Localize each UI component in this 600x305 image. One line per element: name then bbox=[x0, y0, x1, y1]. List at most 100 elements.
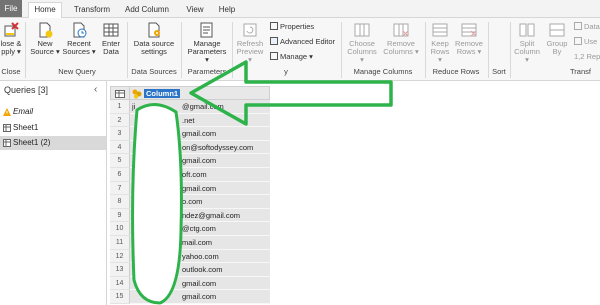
separator bbox=[232, 22, 233, 78]
group-parameters: Parameters bbox=[187, 67, 227, 76]
enter-data-button[interactable]: Enter Data bbox=[98, 22, 124, 56]
tab-help[interactable]: Help bbox=[216, 3, 238, 17]
group-by-label-2: By bbox=[552, 47, 562, 56]
recent-sources-label-2: Sources ▾ bbox=[62, 47, 96, 56]
keep-rows-button[interactable]: Keep Rows ▾ bbox=[428, 22, 452, 64]
cell-email[interactable]: gmail.com bbox=[130, 290, 270, 304]
row-number[interactable]: 1 bbox=[110, 100, 130, 114]
cell-email[interactable]: .net bbox=[130, 113, 270, 128]
group-reduce-rows: Reduce Rows bbox=[432, 67, 480, 76]
row-number[interactable]: 8 bbox=[110, 195, 130, 209]
choose-columns-icon bbox=[354, 23, 370, 37]
manage-button[interactable]: Manage ▾ bbox=[270, 52, 313, 61]
cell-email[interactable]: o.com bbox=[130, 195, 270, 209]
cell-prefix: ji bbox=[132, 102, 136, 111]
row-number[interactable]: 11 bbox=[110, 236, 130, 250]
remove-rows-label-2: Rows ▾ bbox=[456, 47, 482, 56]
tab-view[interactable]: View bbox=[183, 3, 207, 17]
row-number[interactable]: 4 bbox=[110, 140, 130, 155]
split-column-icon bbox=[519, 23, 535, 37]
table-row: 15 gmail.com bbox=[110, 290, 270, 304]
group-manage-columns: Manage Columns bbox=[353, 67, 413, 76]
table-row: 9 ndez@gmail.com bbox=[110, 208, 270, 223]
query-item-sheet1-2[interactable]: Sheet1 (2) bbox=[0, 136, 106, 150]
remove-rows-icon bbox=[461, 23, 477, 37]
new-source-button[interactable]: New Source ▾ bbox=[30, 22, 60, 56]
refresh-preview-button[interactable]: Refresh Preview ▾ bbox=[234, 22, 266, 64]
remove-rows-button[interactable]: Remove Rows ▾ bbox=[454, 22, 484, 56]
advanced-editor-button[interactable]: Advanced Editor bbox=[270, 37, 335, 46]
row-number[interactable]: 3 bbox=[110, 127, 130, 141]
column-header[interactable]: Column1 bbox=[130, 86, 270, 100]
parameters-icon bbox=[200, 22, 213, 38]
remove-columns-button[interactable]: Remove Columns ▾ bbox=[383, 22, 419, 56]
cell-value: on@softodyssey.com bbox=[182, 142, 254, 152]
close-apply-label-2: pply ▾ bbox=[1, 47, 21, 56]
group-by-button[interactable]: Group By bbox=[546, 22, 568, 56]
tab-file[interactable]: File bbox=[0, 0, 22, 17]
table-row: 14 gmail.com bbox=[110, 276, 270, 291]
tab-add-column[interactable]: Add Column bbox=[122, 3, 172, 17]
query-item-sheet1[interactable]: Sheet1 bbox=[0, 121, 106, 135]
tab-transform[interactable]: Transform bbox=[70, 3, 114, 17]
use-first-row-icon bbox=[574, 37, 582, 45]
cell-email[interactable]: gmail.com bbox=[130, 276, 270, 291]
use-first-row-button[interactable]: Use bbox=[574, 37, 597, 46]
properties-button[interactable]: Properties bbox=[270, 22, 314, 31]
collapse-pane-icon[interactable]: ‹ bbox=[94, 84, 97, 95]
table-row: 2 .net bbox=[110, 113, 270, 128]
manage-parameters-button[interactable]: Manage Parameters ▾ bbox=[185, 22, 229, 64]
keep-rows-icon bbox=[432, 23, 448, 37]
cell-value: gmail.com bbox=[182, 292, 217, 302]
cell-email[interactable]: gmail.com bbox=[130, 181, 270, 196]
query-item-email[interactable]: Email bbox=[0, 105, 106, 119]
cell-email[interactable]: yahoo.com bbox=[130, 249, 270, 264]
cell-email[interactable]: oft.com bbox=[130, 168, 270, 182]
cell-email[interactable]: ndez@gmail.com bbox=[130, 208, 270, 223]
cell-email[interactable]: outlook.com bbox=[130, 263, 270, 277]
row-number[interactable]: 12 bbox=[110, 249, 130, 264]
table-menu-button[interactable] bbox=[110, 86, 130, 100]
keep-rows-label-2: Rows ▾ bbox=[430, 47, 450, 64]
cell-value: o.com bbox=[182, 197, 203, 207]
replace-values-button[interactable]: 1,2 Repl bbox=[574, 52, 600, 61]
table-row: 4 on@softodyssey.com bbox=[110, 140, 270, 155]
group-query: y bbox=[284, 67, 288, 76]
data-source-settings-label-2: settings bbox=[141, 47, 167, 56]
row-number[interactable]: 14 bbox=[110, 276, 130, 291]
cell-value: gmail.com bbox=[182, 183, 217, 193]
cell-email[interactable]: gmail.com bbox=[130, 127, 270, 141]
row-number[interactable]: 10 bbox=[110, 222, 130, 236]
group-data-sources: Data Sources bbox=[131, 67, 177, 76]
table-icon bbox=[103, 23, 119, 37]
split-column-button[interactable]: Split Column ▾ bbox=[512, 22, 542, 64]
close-apply-button[interactable]: lose & pply ▾ bbox=[0, 22, 22, 56]
row-number[interactable]: 2 bbox=[110, 113, 130, 128]
query-item-label: Sheet1 bbox=[13, 123, 39, 132]
table-icon bbox=[3, 124, 11, 132]
choose-columns-button[interactable]: Choose Columns ▾ bbox=[345, 22, 379, 64]
data-type-button[interactable]: Data T bbox=[574, 22, 600, 31]
row-number[interactable]: 15 bbox=[110, 290, 130, 304]
cell-email[interactable]: ji @gmail.com bbox=[130, 100, 270, 114]
separator bbox=[510, 22, 511, 78]
cell-email[interactable]: on@softodyssey.com bbox=[130, 140, 270, 155]
row-number[interactable]: 7 bbox=[110, 181, 130, 196]
table-row: 11 mail.com bbox=[110, 236, 270, 250]
warning-icon bbox=[3, 108, 11, 116]
data-source-settings-button[interactable]: Data source settings bbox=[131, 22, 177, 56]
row-number[interactable]: 6 bbox=[110, 168, 130, 182]
row-number[interactable]: 5 bbox=[110, 154, 130, 168]
choose-columns-label-2: Columns ▾ bbox=[347, 47, 377, 64]
row-number[interactable]: 13 bbox=[110, 263, 130, 277]
recent-sources-icon bbox=[73, 22, 87, 38]
group-transform: Transf bbox=[570, 67, 591, 76]
recent-sources-button[interactable]: Recent Sources ▾ bbox=[62, 22, 96, 56]
row-number[interactable]: 9 bbox=[110, 208, 130, 223]
cell-email[interactable]: @ctg.com bbox=[130, 222, 270, 236]
cell-email[interactable]: gmail.com bbox=[130, 154, 270, 168]
column-name[interactable]: Column1 bbox=[144, 89, 181, 98]
group-sort: Sort bbox=[492, 67, 506, 76]
tab-home[interactable]: Home bbox=[28, 2, 62, 18]
cell-email[interactable]: mail.com bbox=[130, 236, 270, 250]
